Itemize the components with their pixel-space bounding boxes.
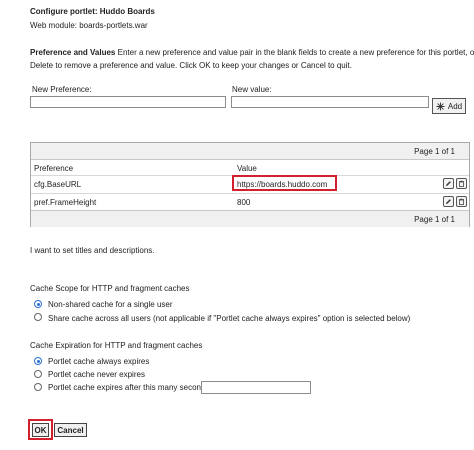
delete-row-button[interactable] [456,196,467,207]
new-preference-input[interactable] [30,96,226,108]
trash-icon [458,198,465,205]
cache-expiration-radio-always[interactable] [34,357,42,365]
cache-expiration-label-always: Portlet cache always expires [48,357,150,366]
cache-scope-radio-nonshared[interactable] [34,300,42,308]
row-divider [31,193,469,194]
row-preference-name: pref.FrameHeight [34,198,97,207]
cache-scope-label-nonshared: Non-shared cache for a single user [48,300,173,309]
web-module-label: Web module: boards-portlets.war [30,21,148,30]
instructions-line1: Enter a new preference and value pair in… [115,48,474,57]
cache-scope-label-shared: Share cache across all users (not applic… [48,314,411,323]
preferences-instructions: Preference and Values Enter a new prefer… [30,48,474,57]
column-header-value: Value [237,164,257,173]
cancel-button[interactable]: Cancel [54,423,87,437]
new-value-input[interactable] [231,96,429,108]
row-preference-name: cfg.BaseURL [34,180,82,189]
cache-scope-heading: Cache Scope for HTTP and fragment caches [30,284,190,293]
cache-scope-radio-shared[interactable] [34,313,42,321]
trash-icon [458,180,465,187]
portlet-title: Configure portlet: Huddo Boards [30,7,155,16]
instructions-line2: Delete to remove a preference and value.… [30,61,352,70]
table-pager-bottom: Page 1 of 1 [31,210,469,227]
value-highlight-box [232,175,337,191]
preferences-heading: Preference and Values [30,48,116,57]
edit-row-button[interactable] [443,178,454,189]
cache-seconds-input[interactable] [201,381,311,394]
row-preference-value: 800 [237,198,251,207]
pencil-icon [445,198,452,205]
cache-expiration-radio-seconds[interactable] [34,383,42,391]
cache-expiration-label-seconds: Portlet cache expires after this many se… [48,383,210,392]
edit-row-button[interactable] [443,196,454,207]
column-header-preference: Preference [34,164,74,173]
titles-descriptions-link[interactable]: I want to set titles and descriptions. [30,246,155,255]
delete-row-button[interactable] [456,178,467,189]
pager-bottom-text: Page 1 of 1 [414,215,455,224]
new-value-label: New value: [232,85,272,94]
cache-expiration-radio-never[interactable] [34,370,42,378]
table-pager-top: Page 1 of 1 [31,143,469,160]
add-button[interactable]: Add [432,98,466,114]
add-sparkle-icon [436,102,445,111]
pencil-icon [445,180,452,187]
pager-top-text: Page 1 of 1 [414,147,455,156]
new-preference-label: New Preference: [32,85,92,94]
cache-expiration-label-never: Portlet cache never expires [48,370,145,379]
cache-expiration-heading: Cache Expiration for HTTP and fragment c… [30,341,203,350]
ok-button[interactable]: OK [32,423,49,437]
add-button-label: Add [447,101,463,111]
